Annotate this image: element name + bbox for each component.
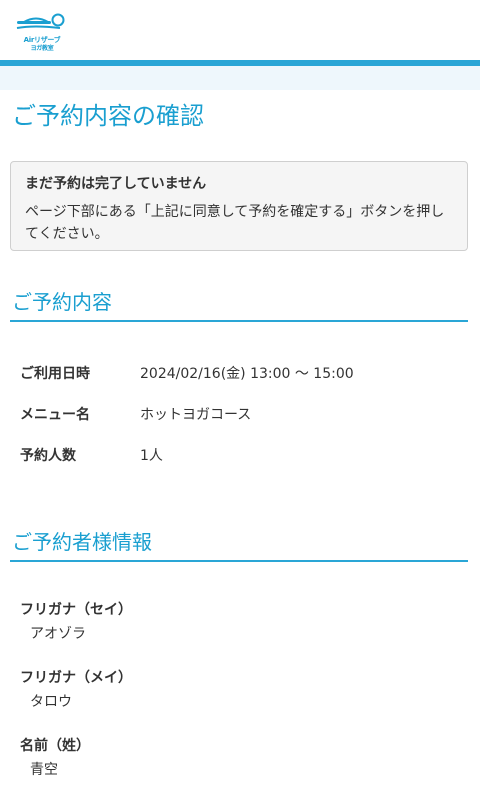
customer-field-furigana-mei: フリガナ（メイ） タロウ — [20, 666, 460, 734]
reservation-value: 2024/02/16(金) 13:00 〜 15:00 — [140, 365, 354, 382]
reservation-value: ホットヨガコース — [140, 406, 252, 423]
app-header: Airリザーブ ヨガ教室 — [0, 0, 480, 60]
logo[interactable]: Airリザーブ ヨガ教室 — [14, 10, 70, 52]
customer-field-label: 名前（姓） — [20, 738, 90, 754]
reservation-row-menu: メニュー名 ホットヨガコース — [20, 393, 460, 434]
reservation-label: 予約人数 — [20, 447, 76, 464]
customer-field-label: フリガナ（メイ） — [20, 670, 132, 686]
customer-field-value: 青空 — [30, 762, 58, 778]
customer-details: フリガナ（セイ） アオゾラ フリガナ（メイ） タロウ 名前（姓） 青空 — [20, 598, 460, 802]
reservation-label: メニュー名 — [20, 406, 90, 423]
reservation-row-people: 予約人数 1人 — [20, 434, 460, 475]
customer-field-value: アオゾラ — [30, 626, 86, 642]
customer-field-value: タロウ — [30, 694, 72, 710]
reservation-row-datetime: ご利用日時 2024/02/16(金) 13:00 〜 15:00 — [20, 352, 460, 393]
header-band — [0, 66, 480, 90]
notice-title: まだ予約は完了していません — [25, 176, 207, 192]
reservation-section-heading: ご予約内容 — [10, 286, 468, 322]
customer-field-furigana-sei: フリガナ（セイ） アオゾラ — [20, 598, 460, 666]
reservation-label: ご利用日時 — [20, 365, 90, 382]
reservation-value: 1人 — [140, 447, 163, 464]
yoga-mat-logo-icon — [16, 13, 65, 29]
incomplete-notice: まだ予約は完了していません ページ下部にある「上記に同意して予約を確定する」ボタ… — [10, 161, 468, 251]
notice-body: ページ下部にある「上記に同意して予約を確定する」ボタンを押してください。 — [25, 204, 445, 242]
page-title: ご予約内容の確認 — [12, 102, 204, 130]
customer-field-label: フリガナ（セイ） — [20, 602, 132, 618]
logo-subtitle-text: ヨガ教室 — [30, 45, 54, 52]
reservation-details: ご利用日時 2024/02/16(金) 13:00 〜 15:00 メニュー名 … — [20, 352, 460, 475]
customer-section-heading: ご予約者様情報 — [10, 526, 468, 562]
customer-field-last-name: 名前（姓） 青空 — [20, 734, 460, 802]
